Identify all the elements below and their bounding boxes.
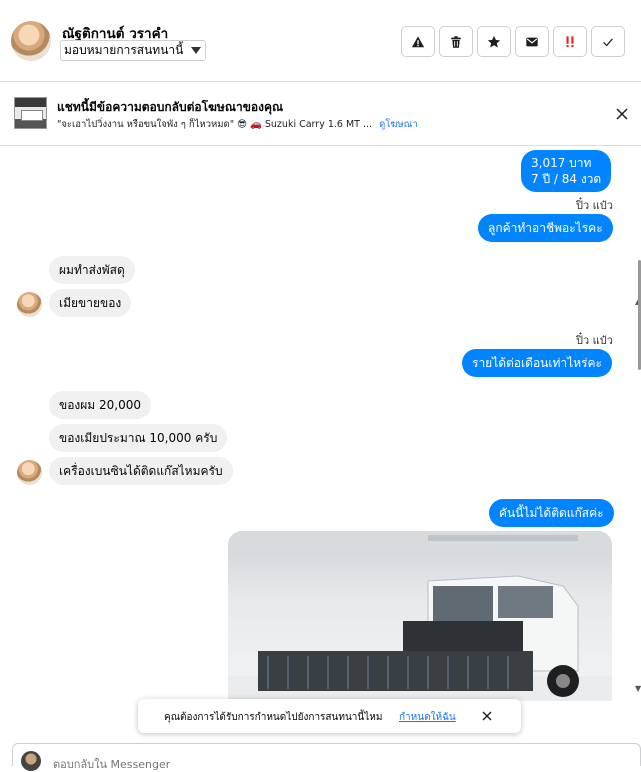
star-icon <box>487 35 501 48</box>
contact-avatar-small <box>17 292 42 317</box>
conversation-header: ณัฐติกานต์ วราคำ มอบหมายการสนทนานี้ <box>0 0 641 82</box>
assign-label: มอบหมายการสนทนานี้ <box>64 43 184 57</box>
action-toolbar <box>401 26 625 57</box>
contact-avatar-small <box>17 460 42 485</box>
scroll-down-icon[interactable]: ▼ <box>635 684 641 693</box>
page-avatar <box>21 751 41 771</box>
reply-composer <box>12 743 641 772</box>
incoming-message[interactable]: ของผม 20,000 <box>49 391 152 420</box>
close-icon <box>482 711 492 721</box>
envelope-icon <box>526 37 538 46</box>
sender-label: ปิ๋ว แป๋ว <box>576 199 613 212</box>
double-exclamation-icon <box>566 35 574 47</box>
assign-conversation-dropdown[interactable]: มอบหมายการสนทนานี้ <box>60 40 207 61</box>
toast-close-button[interactable] <box>479 708 495 724</box>
sender-label: ปิ๋ว แป๋ว <box>576 334 613 347</box>
outgoing-message[interactable]: ลูกค้าทำอาชีพอะไรคะ <box>478 214 613 243</box>
toast-text: คุณต้องการได้รับการกำหนดไปยังการสนทนานี้… <box>164 712 383 723</box>
truck-image <box>228 531 612 701</box>
incoming-message[interactable]: ของเมียประมาณ 10,000 ครับ <box>49 424 228 453</box>
incoming-message[interactable]: ผมทำส่งพัสดุ <box>49 256 135 285</box>
outgoing-message[interactable]: 3,017 บาท 7 ปี / 84 งวด <box>521 150 612 193</box>
incoming-message[interactable]: เครื่องเบนซินได้ติดแก๊สไหมครับ <box>49 457 233 486</box>
outgoing-message[interactable]: คันนี้ไม่ได้ติดแก๊สค่ะ <box>489 499 614 528</box>
trash-icon <box>451 35 461 48</box>
ad-thumbnail[interactable] <box>14 97 47 129</box>
report-spam-button[interactable] <box>401 26 435 57</box>
ad-caption: "จะเอาไปวิ่งงาน หรือขนใจพัง ๆ ก็ไหวหมด" … <box>57 119 373 130</box>
caret-down-icon <box>191 47 202 54</box>
follow-up-button[interactable] <box>553 26 587 57</box>
message-thread[interactable]: 3,017 บาท 7 ปี / 84 งวด ปิ๋ว แป๋ว ลูกค้า… <box>0 146 641 741</box>
view-ad-link[interactable]: ดูโฆษณา <box>379 119 418 130</box>
assign-to-me-link[interactable]: กำหนดให้ฉัน <box>399 710 456 725</box>
message-line: 3,017 บาท <box>531 156 592 170</box>
banner-close-button[interactable] <box>612 104 632 124</box>
assign-prompt-toast: คุณต้องการได้รับการกำหนดไปยังการสนทนานี้… <box>138 699 521 733</box>
mark-unread-button[interactable] <box>515 26 549 57</box>
reply-input[interactable] <box>51 757 351 772</box>
banner-subtitle: "จะเอาไปวิ่งงาน หรือขนใจพัง ๆ ก็ไหวหมด" … <box>57 117 418 132</box>
star-button[interactable] <box>477 26 511 57</box>
message-line: 7 ปี / 84 งวด <box>531 172 602 187</box>
contact-avatar[interactable] <box>11 21 51 61</box>
close-icon <box>616 108 628 120</box>
warning-icon <box>411 35 425 47</box>
incoming-message[interactable]: เมียขายของ <box>49 289 132 318</box>
delete-button[interactable] <box>439 26 473 57</box>
check-icon <box>603 38 613 46</box>
banner-title: แชทนี้มีข้อความตอบกลับต่อโฆษณาของคุณ <box>57 100 284 114</box>
mark-done-button[interactable] <box>591 26 625 57</box>
vehicle-photo[interactable] <box>228 531 612 701</box>
outgoing-message[interactable]: รายได้ต่อเดือนเท่าไหร่คะ <box>462 349 612 378</box>
